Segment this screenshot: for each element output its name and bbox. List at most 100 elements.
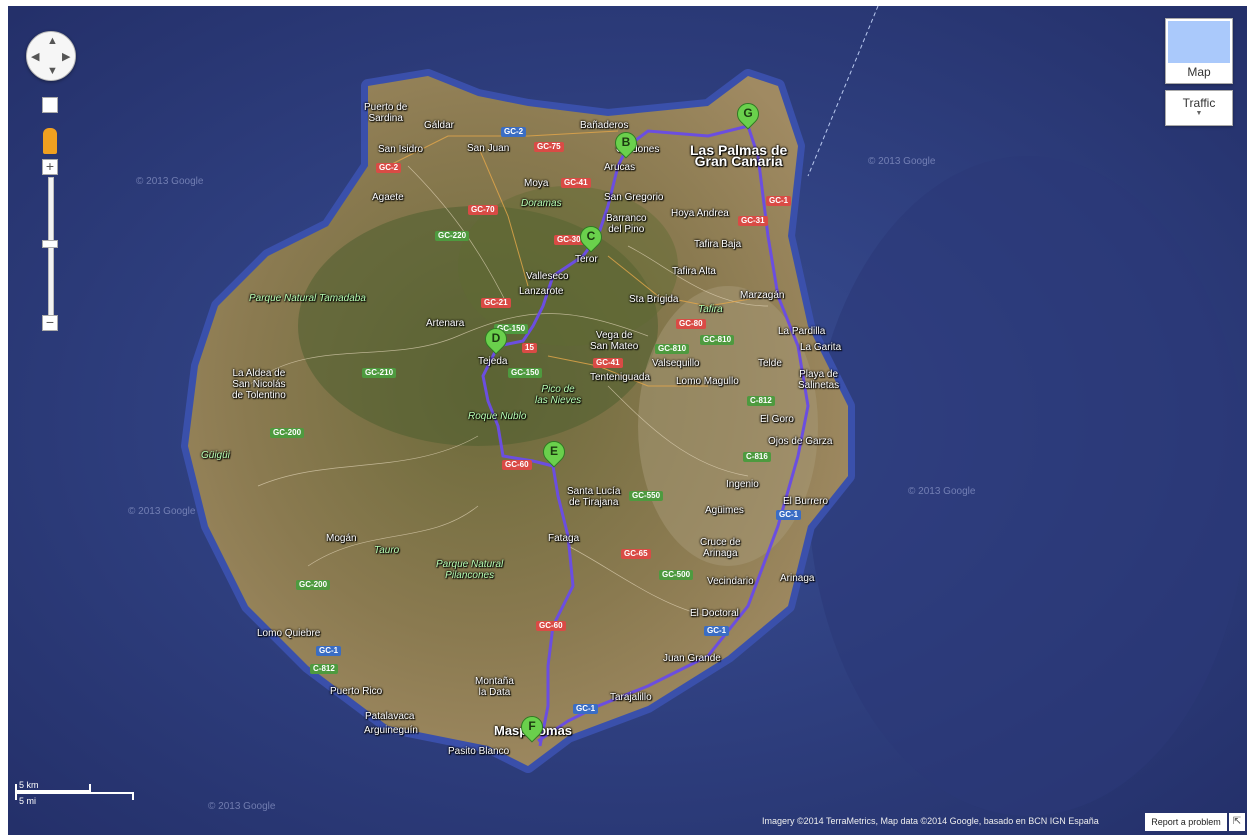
place-la-garita: La Garita [800, 342, 842, 353]
road-sign: GC-220 [435, 231, 470, 241]
place-puerto-rico: Puerto Rico [330, 686, 383, 697]
road-sign: GC-200 [270, 428, 305, 438]
place-pasito-blanco: Pasito Blanco [448, 746, 510, 757]
road-sign: C-816 [743, 452, 771, 462]
place-san-isidro: San Isidro [378, 144, 424, 155]
place-barranco-del-pino: Barranco del Pino [606, 213, 647, 235]
pan-control[interactable]: ▲ ▼ ◀ ▶ [26, 31, 76, 81]
place-doramas: Doramas [521, 198, 562, 209]
waypoint-b[interactable]: B [610, 127, 642, 162]
place-valleseco: Valleseco [526, 271, 569, 282]
sea-shade [808, 156, 1247, 816]
road-sign: GC-500 [659, 570, 694, 580]
report-problem-link[interactable]: Report a problem [1145, 813, 1227, 831]
place-el-goro: El Goro [760, 414, 794, 425]
waypoint-g[interactable]: G [732, 98, 764, 133]
place-vecindario: Vecindario [707, 576, 754, 587]
place-lanzarote: Lanzarote [519, 286, 564, 297]
satellite-map[interactable]: Puerto de Sardina Gáldar San Isidro San J… [8, 6, 1247, 835]
place-ingenio: Ingenio [726, 479, 759, 490]
place-arguineguin: Arguineguín [364, 725, 418, 736]
place-ojos-de-garza: Ojos de Garza [768, 436, 833, 447]
place-telde: Telde [758, 358, 782, 369]
place-la-aldea: La Aldea de San Nicolás de Tolentino [232, 368, 286, 401]
road-sign: GC-1 [766, 196, 792, 206]
place-lomo-magullo: Lomo Magullo [676, 376, 739, 387]
place-mogan: Mogán [326, 533, 357, 544]
road-sign: GC-75 [534, 142, 564, 152]
road-sign: GC-2 [376, 163, 402, 173]
place-galdar: Gáldar [424, 120, 455, 131]
waypoint-c[interactable]: C [575, 221, 607, 256]
waypoint-f[interactable]: F [516, 711, 548, 746]
road-sign: GC-200 [296, 580, 331, 590]
map-window: Puerto de Sardina Gáldar San Isidro San J… [0, 0, 1247, 835]
place-tarajalillo: Tarajalillo [610, 692, 652, 703]
place-san-gregorio: San Gregorio [604, 192, 664, 203]
pan-right-icon[interactable]: ▶ [62, 50, 70, 63]
road-sign: GC-550 [629, 491, 664, 501]
zoom-out-button[interactable]: − [42, 315, 58, 331]
place-puerto-sardina: Puerto de Sardina [364, 102, 408, 124]
road-sign: GC-810 [655, 344, 690, 354]
place-parque-pilancones: Parque Natural Pilancones [436, 559, 504, 581]
traffic-label: Traffic [1182, 96, 1216, 110]
place-tauro: Tauro [374, 545, 400, 556]
road-sign: GC-2 [501, 127, 527, 137]
zoom-slider-handle[interactable] [42, 240, 58, 248]
scale-bar: 5 km 5 mi [15, 780, 135, 808]
road-sign: GC-210 [362, 368, 397, 378]
road-sign: GC-41 [561, 178, 591, 188]
road-sign: GC-41 [593, 358, 623, 368]
place-montana-la-data: Montaña la Data [475, 676, 514, 698]
map-thumbnail [1168, 21, 1230, 63]
road-sign: GC-810 [700, 335, 735, 345]
place-arinaga: Arinaga [780, 573, 815, 584]
road-sign: GC-60 [502, 460, 532, 470]
place-valsequillo: Valsequillo [652, 358, 700, 369]
road-sign: GC-1 [316, 646, 342, 656]
traffic-button[interactable]: Traffic ▼ [1165, 90, 1233, 126]
place-pico-de-las-nieves: Pico de las Nieves [535, 384, 582, 406]
road-sign: GC-21 [481, 298, 511, 308]
place-tafira-baja: Tafira Baja [694, 239, 742, 250]
place-juan-grande: Juan Grande [663, 653, 721, 664]
pan-left-icon[interactable]: ◀ [31, 50, 39, 63]
place-hoya-andrea: Hoya Andrea [671, 208, 729, 219]
place-el-doctoral: El Doctoral [690, 608, 739, 619]
waypoint-e[interactable]: E [538, 436, 570, 471]
watermark: © 2013 Google [908, 486, 976, 497]
watermark: © 2013 Google [136, 176, 204, 187]
place-aguimes: Agüimes [705, 505, 744, 516]
map-attribution: Imagery ©2014 TerraMetrics, Map data ©20… [762, 816, 1099, 826]
place-lomo-quiebre: Lomo Quiebre [257, 628, 321, 639]
chevron-down-icon: ▼ [1195, 110, 1203, 117]
waypoint-d[interactable]: D [480, 323, 512, 358]
place-patalavaca: Patalavaca [365, 711, 415, 722]
map-type-label: Map [1187, 65, 1211, 79]
scale-mi-label: 5 mi [19, 796, 37, 806]
place-playa-de-salinetas: Playa de Salinetas [798, 369, 840, 391]
map-type-button[interactable]: Map [1165, 18, 1233, 84]
place-el-burrero: El Burrero [783, 496, 829, 507]
place-tafira: Tafira [698, 304, 723, 315]
pan-down-icon[interactable]: ▼ [47, 65, 58, 77]
watermark: © 2013 Google [208, 801, 276, 812]
scale-km-label: 5 km [19, 780, 39, 790]
place-arucas: Arucas [604, 162, 636, 173]
expand-corner-icon[interactable]: ⇱ [1229, 813, 1245, 831]
place-santa-lucia: Santa Lucía de Tirajana [567, 486, 621, 508]
road-sign: GC-150 [508, 368, 543, 378]
road-sign: GC-65 [621, 549, 651, 559]
place-tenteniguada: Tenteniguada [590, 372, 651, 383]
place-marzagan: Marzagán [740, 290, 785, 301]
pan-up-icon[interactable]: ▲ [47, 35, 58, 47]
place-tamadaba: Parque Natural Tamadaba [249, 293, 366, 304]
road-sign: GC-1 [704, 626, 730, 636]
place-fataga: Fataga [548, 533, 580, 544]
zoom-slider-track[interactable] [48, 177, 54, 319]
road-sign: C-812 [747, 396, 775, 406]
road-sign: GC-1 [573, 704, 599, 714]
place-cruce-de-arinaga: Cruce de Arinaga [700, 537, 741, 559]
zoom-in-button[interactable]: + [42, 159, 58, 175]
